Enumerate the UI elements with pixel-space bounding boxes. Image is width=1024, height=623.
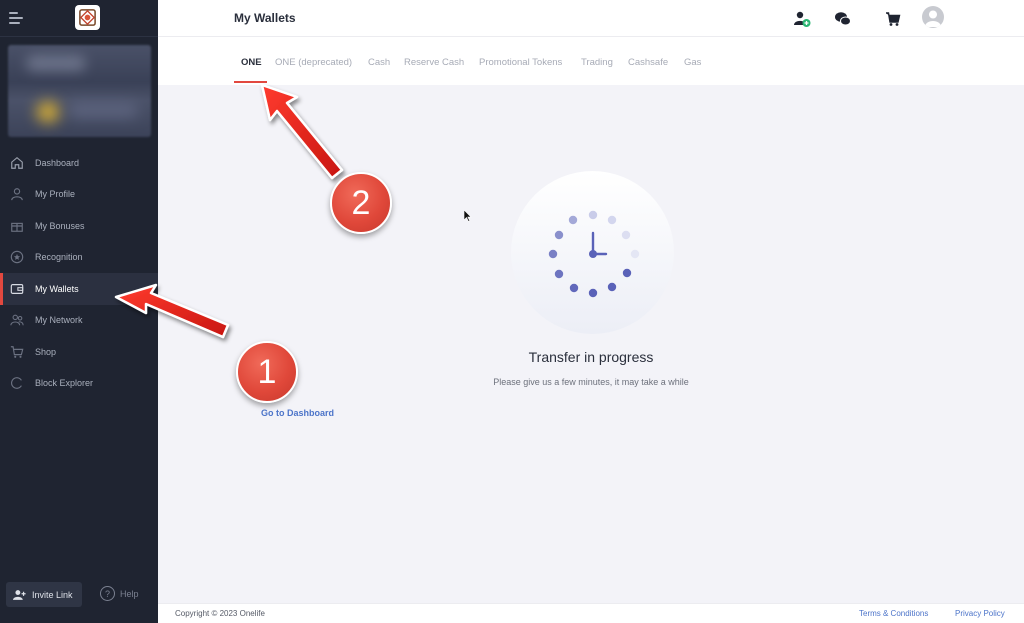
- clock-icon: [548, 210, 640, 298]
- page-title: My Wallets: [234, 11, 296, 25]
- home-icon: [9, 155, 25, 171]
- invite-link-button[interactable]: Invite Link: [6, 582, 82, 607]
- tab-cashsafe[interactable]: Cashsafe: [628, 57, 668, 68]
- sidebar-item-label: Recognition: [35, 252, 83, 263]
- sidebar-item-label: My Profile: [35, 189, 76, 200]
- network-icon: [9, 312, 25, 328]
- sidebar-item-label: Block Explorer: [35, 378, 94, 389]
- gift-icon: [9, 218, 25, 234]
- add-user-icon: [13, 589, 26, 600]
- user-icon: [9, 186, 25, 202]
- sidebar-top: [0, 0, 158, 37]
- step-badge-2: 2: [330, 172, 392, 234]
- tab-promotional-tokens[interactable]: Promotional Tokens: [479, 57, 562, 68]
- step-badge-1: 1: [236, 341, 298, 403]
- sidebar-item-block-explorer[interactable]: Block Explorer: [0, 368, 158, 400]
- tab-one-deprecated[interactable]: ONE (deprecated): [275, 57, 352, 68]
- footer: Copyright © 2023 Onelife Terms & Conditi…: [158, 603, 1024, 623]
- tab-reserve-cash[interactable]: Reserve Cash: [404, 57, 464, 68]
- help-button[interactable]: ? Help: [100, 586, 139, 601]
- sidebar: Dashboard My Profile My Bonuses Recognit…: [0, 0, 158, 623]
- active-tab-indicator: [234, 81, 267, 83]
- sidebar-item-my-network[interactable]: My Network: [0, 305, 158, 337]
- copyright-text: Copyright © 2023 Onelife: [175, 609, 265, 618]
- account-card-blurred: [8, 45, 151, 137]
- wallet-icon: [9, 281, 25, 297]
- sidebar-item-label: Shop: [35, 346, 57, 357]
- go-to-dashboard-link[interactable]: Go to Dashboard: [261, 408, 334, 418]
- sidebar-item-recognition[interactable]: Recognition: [0, 242, 158, 274]
- privacy-link[interactable]: Privacy Policy: [955, 609, 1005, 618]
- cart-icon: [9, 344, 25, 360]
- tab-gas[interactable]: Gas: [684, 57, 701, 68]
- tab-one[interactable]: ONE: [241, 57, 262, 68]
- tab-cash[interactable]: Cash: [368, 57, 390, 68]
- top-header: My Wallets: [158, 0, 1024, 37]
- sidebar-item-my-wallets[interactable]: My Wallets: [0, 273, 158, 305]
- sidebar-item-label: My Wallets: [35, 283, 79, 294]
- help-label: Help: [120, 588, 139, 599]
- tab-trading[interactable]: Trading: [581, 57, 613, 68]
- sidebar-item-label: Dashboard: [35, 157, 80, 168]
- sidebar-item-shop[interactable]: Shop: [0, 336, 158, 368]
- sidebar-item-label: My Network: [35, 315, 83, 326]
- sidebar-item-label: My Bonuses: [35, 220, 85, 231]
- cart-icon[interactable]: [883, 9, 903, 29]
- add-user-icon[interactable]: [792, 9, 812, 29]
- sidebar-item-my-profile[interactable]: My Profile: [0, 179, 158, 211]
- star-badge-icon: [9, 249, 25, 265]
- logo[interactable]: [75, 5, 100, 30]
- mouse-cursor-icon: [463, 209, 472, 227]
- chat-icon[interactable]: [833, 9, 853, 29]
- main-content: Transfer in progress Please give us a fe…: [158, 85, 1024, 603]
- sidebar-nav: Dashboard My Profile My Bonuses Recognit…: [0, 147, 158, 399]
- help-icon: ?: [100, 586, 115, 601]
- loader-icon: [9, 375, 25, 391]
- avatar[interactable]: [922, 6, 944, 28]
- invite-link-label: Invite Link: [32, 589, 73, 600]
- onelife-logo-icon: [79, 9, 96, 26]
- terms-link[interactable]: Terms & Conditions: [859, 609, 928, 618]
- sidebar-item-my-bonuses[interactable]: My Bonuses: [0, 210, 158, 242]
- wallet-tabs: ONE ONE (deprecated) Cash Reserve Cash P…: [158, 37, 1024, 85]
- user-avatar-icon: [925, 10, 941, 27]
- menu-toggle-icon[interactable]: [9, 12, 23, 24]
- clock-illustration: [511, 171, 674, 334]
- sidebar-item-dashboard[interactable]: Dashboard: [0, 147, 158, 179]
